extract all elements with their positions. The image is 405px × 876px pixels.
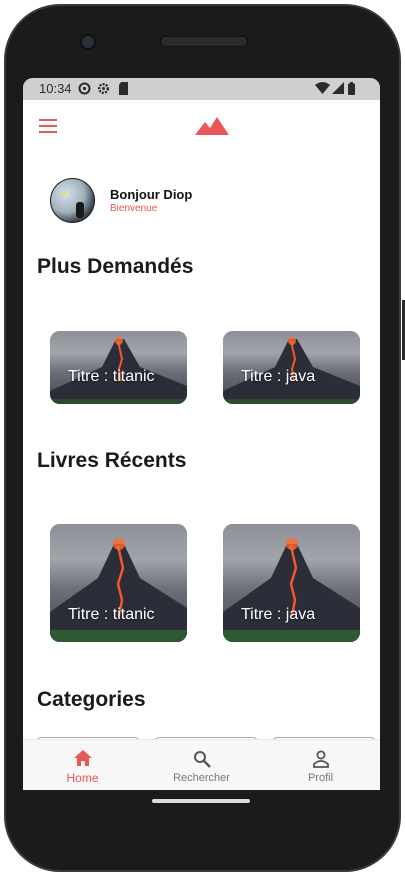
book-title: Titre : java xyxy=(241,606,316,623)
mountain-logo-icon xyxy=(195,117,229,135)
nav-search-label: Rechercher xyxy=(173,772,230,784)
book-card[interactable]: Titre : java xyxy=(223,524,360,642)
nav-home-label: Home xyxy=(66,771,99,785)
sync-icon xyxy=(78,82,91,95)
hamburger-menu-icon[interactable] xyxy=(39,119,57,133)
wifi-icon xyxy=(315,82,330,94)
book-title: Titre : titanic xyxy=(68,368,155,385)
cell-signal-icon xyxy=(332,82,344,94)
bottom-navigation: Home Rechercher Profil xyxy=(23,739,380,790)
book-card[interactable]: Titre : titanic xyxy=(50,524,187,642)
welcome-text: Bienvenue xyxy=(110,203,158,214)
section-title-categories: Categories xyxy=(37,688,146,711)
section-title-recent-books: Livres Récents xyxy=(37,449,187,472)
book-card[interactable]: Titre : java xyxy=(223,331,360,404)
home-indicator[interactable] xyxy=(152,799,250,803)
person-icon xyxy=(312,750,329,768)
home-icon xyxy=(73,750,92,766)
avatar[interactable] xyxy=(50,178,95,223)
status-time: 10:34 xyxy=(39,81,72,96)
greeting-text: Bonjour Diop xyxy=(110,187,193,202)
nav-home[interactable]: Home xyxy=(23,740,142,790)
phone-frame: 10:34 Bonjour Diop Bienvenue Plus Demand… xyxy=(0,0,405,876)
sd-card-icon xyxy=(119,82,128,95)
battery-icon xyxy=(348,82,355,95)
status-bar: 10:34 xyxy=(23,78,380,100)
nav-search[interactable]: Rechercher xyxy=(142,740,261,790)
search-icon xyxy=(193,751,211,768)
book-title: Titre : java xyxy=(241,368,316,385)
book-card[interactable]: Titre : titanic xyxy=(50,331,187,404)
earpiece-speaker xyxy=(160,36,248,47)
nav-profile-label: Profil xyxy=(307,772,334,784)
book-title: Titre : titanic xyxy=(68,606,155,623)
settings-gear-icon xyxy=(97,82,110,95)
app-screen: 10:34 Bonjour Diop Bienvenue Plus Demand… xyxy=(23,78,380,790)
front-camera xyxy=(80,34,96,50)
app-bar xyxy=(23,100,380,152)
section-title-most-requested: Plus Demandés xyxy=(37,255,194,278)
nav-profile[interactable]: Profil xyxy=(261,740,380,790)
